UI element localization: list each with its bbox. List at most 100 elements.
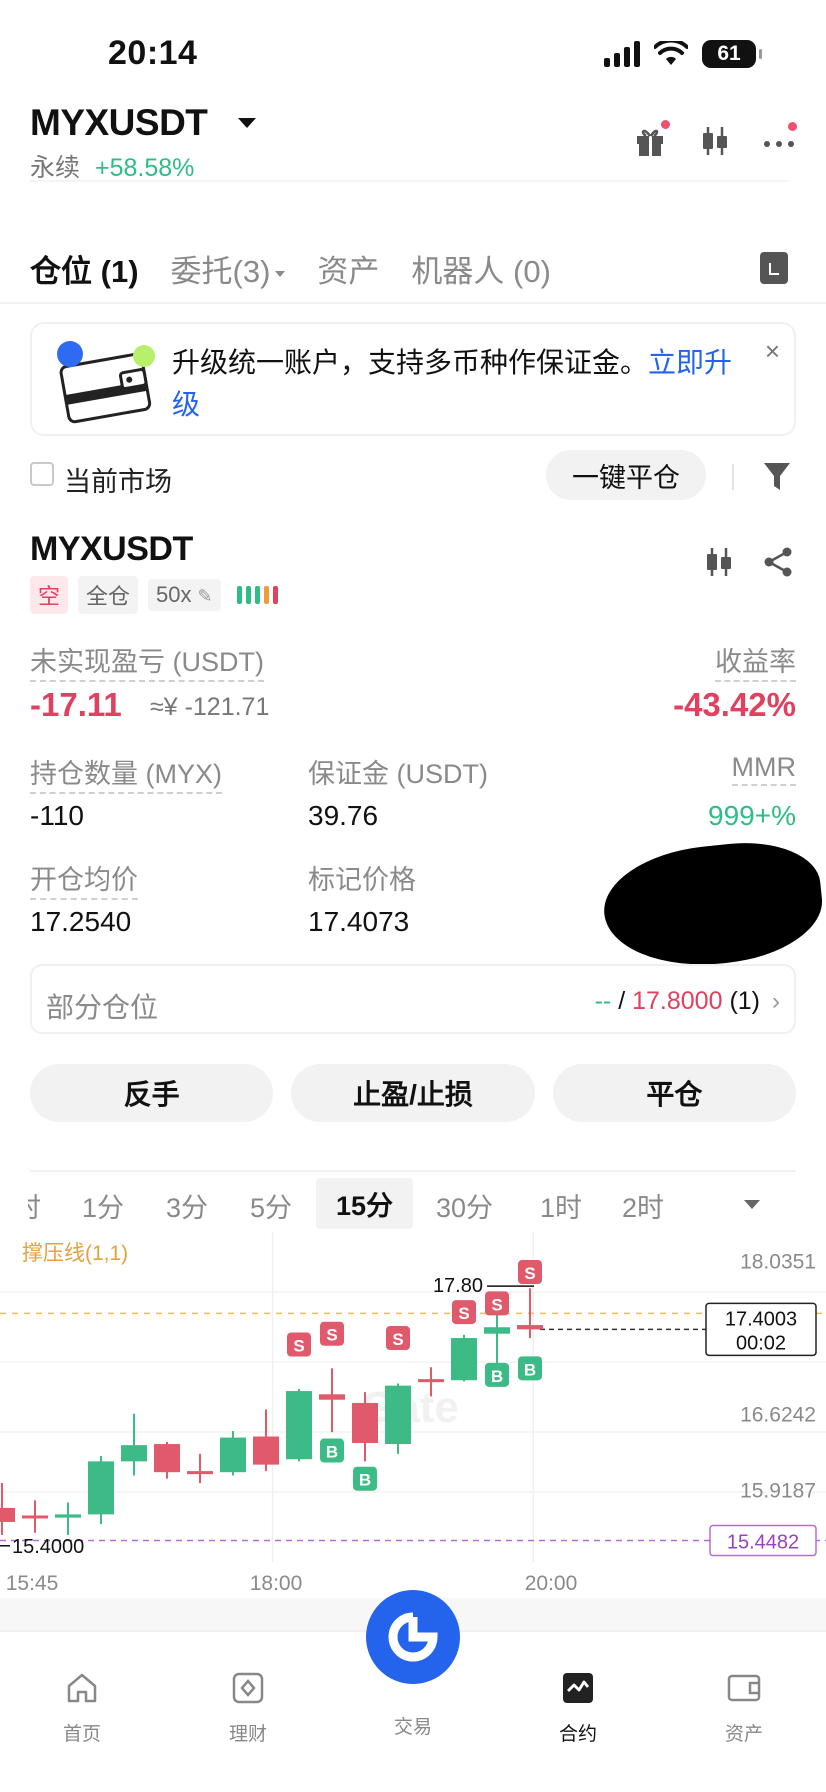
low-price-marker: 15.4000 [12,1536,84,1558]
leverage-badge[interactable]: 50x ✎ [148,579,221,611]
price-change: +58.58% [94,154,195,182]
wifi-icon [654,41,688,65]
candle-body [319,1394,345,1400]
redacted-area [598,834,826,976]
close-icon[interactable]: × [765,336,780,367]
wallet-icon [727,1674,761,1702]
position-tags: 空 全仓 50x ✎ [30,576,278,614]
trade-marker-label: B [326,1443,338,1462]
mmr-label[interactable]: MMR [731,752,796,786]
timeframe-tab[interactable]: 3分 [166,1186,208,1225]
adl-bar [263,586,269,604]
candle-body [484,1327,510,1334]
timeframe-tab[interactable]: 时 [28,1186,41,1225]
bottom-nav: 首页 理财 交易 合约 资产 [0,1590,826,1792]
entry-price-value: 17.2540 [30,906,132,937]
timeframe-tab[interactable]: 5分 [250,1186,292,1225]
margin-label: 保证金 (USDT) [308,759,488,789]
entry-price-label[interactable]: 开仓均价 [30,858,138,900]
unrealized-pnl-label[interactable]: 未实现盈亏 (USDT) [30,640,264,682]
header-actions [634,120,797,158]
tab-orders[interactable]: 委托(3) [171,246,286,291]
countdown-label: 00:02 [736,1332,786,1354]
adl-bar [272,586,278,604]
banner-message: 升级统一账户，支持多币种作保证金。立即升级 [172,347,733,420]
tab-bots[interactable]: 机器人 (0) [411,246,551,291]
candlestick-chart-icon[interactable] [704,546,734,578]
caret-down-icon[interactable] [238,118,256,128]
unified-account-banner[interactable]: 升级统一账户，支持多币种作保证金。立即升级 × [30,322,796,436]
battery-indicator: 61 [702,40,762,68]
status-bar: 20:14 61 [0,0,826,110]
trade-marker-label: S [326,1326,337,1345]
candle-body [352,1402,378,1443]
tabs-divider [0,302,826,304]
timeframe-tab[interactable]: 30分 [436,1186,493,1225]
reverse-button[interactable]: 反手 [30,1064,274,1122]
roe-label[interactable]: 收益率 [715,640,796,682]
gift-icon[interactable] [634,120,670,158]
unrealized-pnl-cny: ≈¥ -121.71 [150,693,270,721]
partial-position-row[interactable]: 部分仓位 -- / 17.8000 (1) › [30,964,796,1034]
partial-position-value: -- / 17.8000 (1) [594,987,760,1015]
nav-home[interactable]: 首页 [22,1652,142,1746]
timeframe-selector: 时 1分 3分 5分 15分 30分 1时 2时 [0,1172,826,1232]
position-size-value: -110 [30,800,84,831]
adl-bar [236,586,242,604]
y-axis-tick: 15.9187 [740,1480,816,1503]
candle-body [187,1471,213,1475]
mmr-value: 999+% [708,800,796,831]
trade-marker-label: S [392,1330,403,1349]
margin-mode-badge: 全仓 [78,576,139,614]
close-position-button[interactable]: 平仓 [552,1064,796,1122]
trade-icon [388,1612,438,1662]
home-icon [67,1673,97,1703]
wallet-illustration-icon [57,341,155,424]
nav-finance[interactable]: 理财 [188,1652,308,1746]
timeframe-tab[interactable]: 2时 [622,1186,664,1225]
divider [732,464,734,490]
tab-assets[interactable]: 资产 [317,246,379,291]
status-time: 20:14 [108,34,198,72]
candlestick-chart[interactable]: Gate撑压线(1,1)18.035116.624215.9187SSBBSSS… [0,1232,826,1612]
adl-bar [254,586,260,604]
timeframe-tab[interactable]: 1时 [540,1186,582,1225]
current-market-label[interactable]: 当前市场 [64,460,172,499]
share-icon[interactable] [762,546,794,578]
history-document-icon[interactable] [760,252,788,284]
mark-price-label: 标记价格 [308,865,416,895]
current-market-checkbox[interactable] [30,462,54,486]
position-symbol[interactable]: MYXUSDT [30,530,193,569]
caret-down-icon [275,270,286,277]
trade-marker-label: S [293,1337,304,1356]
trade-button[interactable] [366,1590,460,1684]
candle-body [22,1515,48,1519]
tab-positions[interactable]: 仓位 (1) [30,246,139,291]
support-price-label: 15.4482 [727,1532,799,1554]
nav-trade-label[interactable]: 交易 [353,1712,473,1739]
caret-down-icon[interactable] [744,1200,760,1209]
trade-marker-label: S [524,1264,535,1283]
position-tabs: 仓位 (1) 委托(3) 资产 机器人 (0) [30,246,551,291]
x-axis-tick: 20:00 [525,1572,578,1595]
more-icon[interactable] [762,122,797,158]
adl-bar [245,586,251,604]
timeframe-tab[interactable]: 1分 [82,1186,124,1225]
filter-icon[interactable] [762,460,792,492]
trade-marker-label: B [491,1367,503,1386]
last-price-label: 17.4003 [725,1308,797,1330]
margin-value: 39.76 [308,800,379,831]
nav-futures[interactable]: 合约 [518,1652,638,1746]
finance-icon [232,1672,264,1704]
position-size-label[interactable]: 持仓数量 (MYX) [30,752,222,794]
position-card-actions [704,546,794,578]
candle-body [220,1437,246,1473]
candle-body [154,1444,180,1473]
tp-sl-button[interactable]: 止盈/止损 [291,1064,535,1122]
unrealized-pnl-value: -17.11 [30,686,122,723]
close-all-button[interactable]: 一键平仓 [546,450,706,500]
nav-assets[interactable]: 资产 [684,1652,804,1746]
candlestick-chart-icon[interactable] [698,124,732,158]
pair-selector[interactable]: MYXUSDT [30,102,208,144]
timeframe-tab-active[interactable]: 15分 [316,1178,414,1229]
